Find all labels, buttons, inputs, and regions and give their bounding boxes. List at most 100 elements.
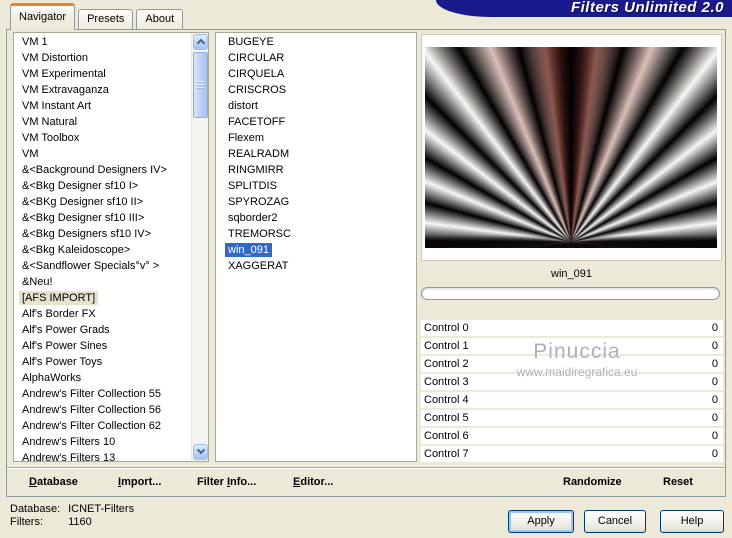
tab-navigator[interactable]: Navigator (10, 3, 76, 30)
randomize-button[interactable]: Randomize (563, 476, 622, 488)
filter-list-item[interactable]: CIRCULAR (216, 51, 416, 67)
category-list-item[interactable]: VM Distortion (14, 51, 191, 67)
control-value: 0 (711, 448, 718, 460)
preview-progress-slider[interactable] (421, 287, 720, 300)
control-label: Control 0 (424, 322, 469, 334)
status-filters-label: Filters: (10, 516, 43, 528)
category-list-item[interactable]: Andrew's Filter Collection 56 (14, 403, 191, 419)
filter-preview-image (425, 47, 717, 248)
category-list-item[interactable]: VM Natural (14, 115, 191, 131)
category-list-item[interactable]: &<Bkg Kaleidoscope> (14, 243, 191, 259)
editor-button[interactable]: Editor... (293, 476, 333, 488)
category-list-item[interactable]: &<Bkg Designer sf10 I> (14, 179, 191, 195)
control-value: 0 (711, 340, 718, 352)
selected-filter-name: win_091 (551, 268, 592, 280)
control-row[interactable]: Control 4 0 (421, 392, 723, 408)
scroll-down-button[interactable] (193, 444, 208, 460)
category-list-item[interactable]: Andrew's Filters 13 (14, 451, 191, 461)
category-list-item[interactable]: &<Background Designers IV> (14, 163, 191, 179)
status-database-value: ICNET-Filters (68, 503, 135, 515)
filter-list-item[interactable]: REALRADM (216, 147, 416, 163)
scrollbar-thumb[interactable] (193, 52, 208, 118)
control-row[interactable]: Control 1 0 (421, 338, 723, 354)
filter-list-item[interactable]: XAGGERAT (216, 259, 416, 275)
control-label: Control 5 (424, 412, 469, 424)
control-row[interactable]: Control 6 0 (421, 428, 723, 444)
category-list-item[interactable]: Alf's Power Toys (14, 355, 191, 371)
filter-list-item[interactable]: win_091 (216, 243, 416, 259)
control-value: 0 (711, 376, 718, 388)
filter-list-item[interactable]: distort (216, 99, 416, 115)
category-list-item[interactable]: Andrew's Filter Collection 55 (14, 387, 191, 403)
filter-list-item[interactable]: Flexem (216, 131, 416, 147)
category-list-item[interactable]: Alf's Power Sines (14, 339, 191, 355)
filter-list-item[interactable]: TREMORSC (216, 227, 416, 243)
control-value: 0 (711, 394, 718, 406)
control-row[interactable]: Control 0 0 (421, 320, 723, 336)
cancel-button[interactable]: Cancel (584, 510, 646, 533)
filter-listbox[interactable]: BUGEYE CIRCULAR CIRQUELA CRISCROS distort FAC… (215, 32, 417, 462)
category-list-item[interactable]: &<Bkg Designer sf10 III> (14, 211, 191, 227)
category-list-item[interactable]: VM 1 (14, 35, 191, 51)
category-list-item[interactable]: Andrew's Filters 10 (14, 435, 191, 451)
apply-button[interactable]: Apply (508, 510, 574, 533)
control-row[interactable]: Control 5 0 (421, 410, 723, 426)
reset-button[interactable]: Reset (663, 476, 693, 488)
filter-list-item[interactable]: sqborder2 (216, 211, 416, 227)
category-listbox[interactable]: VM 1 VM Distortion VM Experimental VM Extra… (13, 32, 209, 462)
category-list-item[interactable]: VM Extravaganza (14, 83, 191, 99)
control-row[interactable]: Control 2 0 (421, 356, 723, 372)
control-row[interactable]: Control 3 0 (421, 374, 723, 390)
filter-info-button[interactable]: Filter Info... (197, 476, 256, 488)
category-list-item[interactable]: VM (14, 147, 191, 163)
category-list-item[interactable]: VM Toolbox (14, 131, 191, 147)
control-label: Control 7 (424, 448, 469, 460)
category-list-item[interactable]: AlphaWorks (14, 371, 191, 387)
filter-list-item[interactable]: CRISCROS (216, 83, 416, 99)
scroll-up-button[interactable] (193, 34, 208, 50)
filter-list-item[interactable]: SPYROZAG (216, 195, 416, 211)
filter-list-item[interactable]: BUGEYE (216, 35, 416, 51)
category-list-item[interactable]: &<BKg Designer sf10 II> (14, 195, 191, 211)
preview-frame (421, 34, 722, 261)
database-button[interactable]: Database (29, 476, 78, 488)
filter-list-item[interactable]: CIRQUELA (216, 67, 416, 83)
category-list-item[interactable]: Alf's Power Grads (14, 323, 191, 339)
preview-pane: win_091 Control 0 0 Control 1 0 Control 2 0 Co… (421, 32, 724, 466)
chevron-down-icon (196, 445, 206, 455)
app-brand-banner: Filters Unlimited 2.0 (436, 0, 732, 17)
help-button[interactable]: Help (660, 510, 724, 533)
category-list-item[interactable]: [AFS IMPORT] (14, 291, 191, 307)
status-filters-value: 1160 (68, 516, 92, 528)
control-value: 0 (711, 412, 718, 424)
control-label: Control 3 (424, 376, 469, 388)
category-list-item[interactable]: &<Bkg Designers sf10 IV> (14, 227, 191, 243)
category-list-item[interactable]: VM Experimental (14, 67, 191, 83)
status-database-label: Database: (10, 503, 61, 515)
control-label: Control 1 (424, 340, 469, 352)
navigator-tab-page: VM 1 VM Distortion VM Experimental VM Extra… (6, 29, 726, 497)
control-label: Control 2 (424, 358, 469, 370)
category-list-item[interactable]: Alf's Border FX (14, 307, 191, 323)
status-database: Database: ICNET-Filters (10, 503, 134, 515)
control-value: 0 (711, 430, 718, 442)
category-list-item[interactable]: &Neu! (14, 275, 191, 291)
category-list-item[interactable]: Andrew's Filter Collection 62 (14, 419, 191, 435)
control-row[interactable]: Control 7 0 (421, 446, 723, 462)
filter-list-item[interactable]: SPLITDIS (216, 179, 416, 195)
panel-action-bar: Database Import... Filter Info... Editor… (7, 467, 725, 496)
control-sliders: Control 0 0 Control 1 0 Control 2 0 Control 3 0… (421, 320, 723, 464)
category-list-scrollbar[interactable] (191, 33, 208, 461)
tab-presets[interactable]: Presets (78, 9, 134, 29)
control-label: Control 4 (424, 394, 469, 406)
import-button[interactable]: Import... (118, 476, 161, 488)
status-filters: Filters: 1160 (10, 516, 92, 528)
tab-about[interactable]: About (136, 9, 184, 29)
category-list-item[interactable]: VM Instant Art (14, 99, 191, 115)
filter-list-item[interactable]: FACETOFF (216, 115, 416, 131)
control-value: 0 (711, 358, 718, 370)
chevron-up-icon (196, 38, 206, 48)
filter-list-item[interactable]: RINGMIRR (216, 163, 416, 179)
category-list-item[interactable]: &<Sandflower Specials°v° > (14, 259, 191, 275)
tab-strip: Navigator Presets About (10, 3, 186, 30)
